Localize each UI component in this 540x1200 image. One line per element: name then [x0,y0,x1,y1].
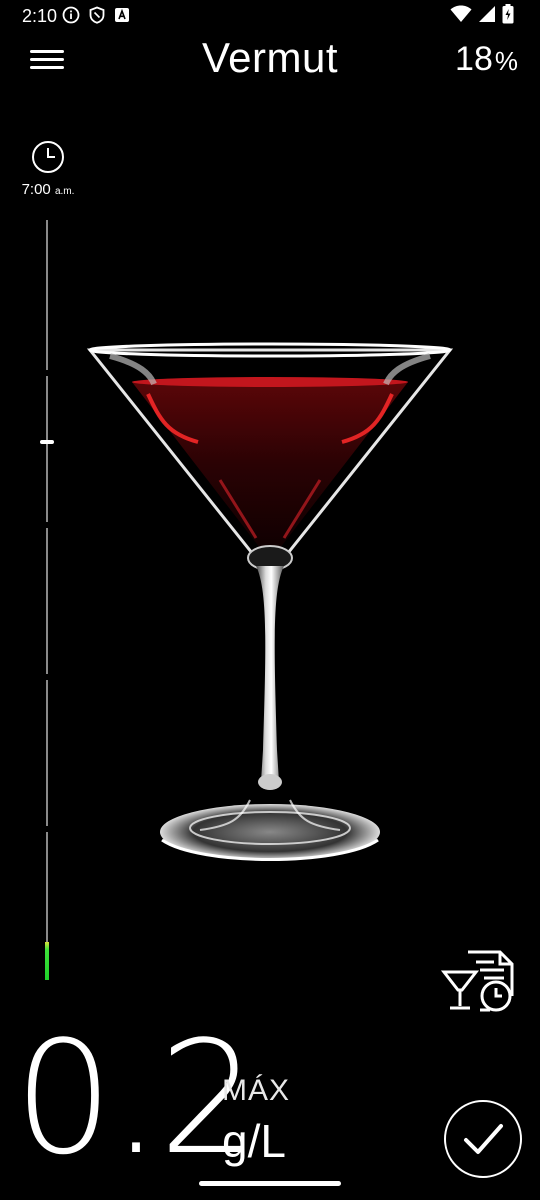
abv-percentage: 18% [455,40,518,79]
start-time-marker[interactable]: 7:00 a.m. [18,140,78,198]
alcohol-reading-value: 0.2 [14,1007,258,1189]
reading-unit: g/L [222,1115,286,1167]
abv-unit: % [494,46,518,76]
timeline-segment [46,220,48,370]
shield-icon [88,6,106,29]
status-icons-right [450,3,514,29]
start-time-label: 7:00 a.m. [18,181,78,198]
timeline-segment [46,376,48,522]
checkmark-icon [446,1124,520,1180]
reading-max-label: MÁX [222,1074,291,1107]
font-icon [114,7,130,28]
martini-glass-image [80,330,460,880]
confirm-button[interactable] [444,1100,522,1178]
signal-icon [478,5,496,28]
timeline-slider[interactable] [40,220,54,980]
info-icon [62,6,80,29]
timeline-segment [46,528,48,674]
start-time-period: a.m. [54,186,75,197]
timeline-segment [46,680,48,826]
status-time: 2:10 [22,6,58,26]
status-icons-left [62,6,130,29]
battery-charging-icon [502,3,514,29]
status-bar: 2:10 [0,0,540,34]
abv-value: 18 [455,40,493,78]
timeline-level-fill [45,942,49,980]
drink-history-icon[interactable] [440,948,520,1018]
wifi-icon [450,5,472,28]
clock-icon [31,141,65,178]
start-time-value: 7:00 [21,181,51,198]
home-indicator[interactable] [199,1181,341,1186]
timeline-handle[interactable] [40,440,54,444]
